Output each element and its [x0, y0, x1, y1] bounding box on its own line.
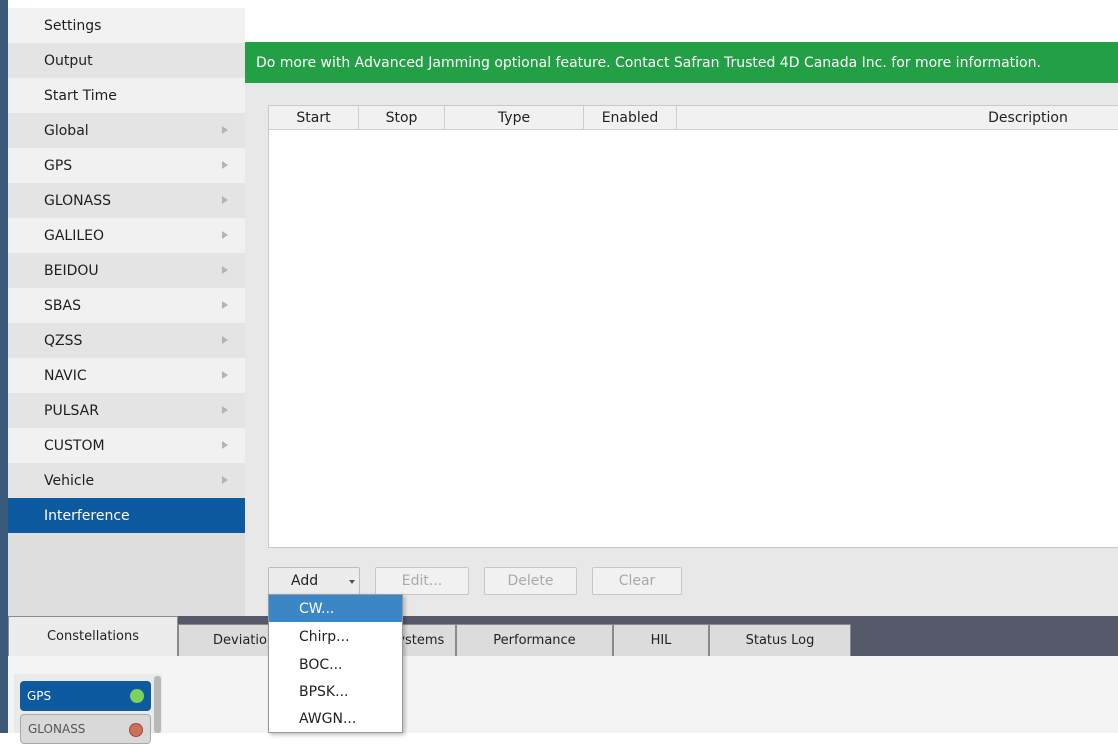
delete-button[interactable]: Delete [484, 567, 577, 595]
expand-arrow-icon [222, 371, 228, 379]
menu-item-cw[interactable]: CW... [269, 595, 402, 622]
tab-hil[interactable]: HIL [613, 624, 709, 656]
advanced-jamming-banner: Do more with Advanced Jamming optional f… [245, 42, 1118, 83]
sidebar-item-vehicle[interactable]: Vehicle [8, 463, 245, 498]
clear-button[interactable]: Clear [592, 567, 682, 595]
content-header-area [245, 8, 1118, 42]
constellations-pane [8, 656, 1118, 733]
expand-arrow-icon [222, 231, 228, 239]
sidebar-header-settings: Settings [8, 8, 245, 43]
sidebar-item-galileo[interactable]: GALILEO [8, 218, 245, 253]
expand-arrow-icon [222, 301, 228, 309]
expand-arrow-icon [222, 336, 228, 344]
sidebar-item-pulsar[interactable]: PULSAR [8, 393, 245, 428]
tab-performance[interactable]: Performance [456, 624, 613, 656]
sidebar-item-beidou[interactable]: BEIDOU [8, 253, 245, 288]
edit-button[interactable]: Edit... [375, 567, 469, 595]
status-red-icon [129, 723, 143, 737]
settings-sidebar: Settings Output Start Time Global GPS GL… [8, 8, 245, 616]
menu-item-chirp[interactable]: Chirp... [269, 623, 402, 650]
menu-item-awgn[interactable]: AWGN... [269, 705, 402, 732]
column-header-stop[interactable]: Stop [359, 106, 445, 130]
expand-arrow-icon [222, 196, 228, 204]
interference-table[interactable]: Start Stop Type Enabled Description [268, 105, 1118, 548]
add-button[interactable]: Add [268, 567, 360, 595]
constellation-item-glonass[interactable]: GLONASS [20, 714, 151, 744]
expand-arrow-icon [222, 266, 228, 274]
sidebar-item-interference[interactable]: Interference [8, 498, 245, 533]
sidebar-item-glonass[interactable]: GLONASS [8, 183, 245, 218]
table-header: Start Stop Type Enabled Description [269, 106, 1118, 130]
column-header-start[interactable]: Start [269, 106, 359, 130]
tab-constellations[interactable]: Constellations [8, 616, 178, 656]
expand-arrow-icon [222, 161, 228, 169]
sidebar-item-navic[interactable]: NAVIC [8, 358, 245, 393]
sidebar-item-qzss[interactable]: QZSS [8, 323, 245, 358]
menu-item-bpsk[interactable]: BPSK... [269, 678, 402, 705]
expand-arrow-icon [222, 476, 228, 484]
expand-arrow-icon [222, 441, 228, 449]
column-header-type[interactable]: Type [445, 106, 584, 130]
menu-item-boc[interactable]: BOC... [269, 651, 402, 678]
sidebar-item-sbas[interactable]: SBAS [8, 288, 245, 323]
add-dropdown-menu: CW... Chirp... BOC... BPSK... AWGN... [268, 594, 403, 733]
sidebar-item-custom[interactable]: CUSTOM [8, 428, 245, 463]
expand-arrow-icon [222, 406, 228, 414]
status-green-icon [130, 689, 144, 703]
constellation-item-gps[interactable]: GPS [20, 681, 151, 711]
sidebar-item-output[interactable]: Output [8, 43, 245, 78]
column-header-enabled[interactable]: Enabled [584, 106, 677, 130]
sidebar-item-global[interactable]: Global [8, 113, 245, 148]
tab-status-log[interactable]: Status Log [709, 624, 851, 656]
sidebar-item-start-time[interactable]: Start Time [8, 78, 245, 113]
chevron-down-icon [349, 580, 355, 584]
expand-arrow-icon [222, 126, 228, 134]
column-header-description[interactable]: Description [677, 106, 1118, 130]
constellation-list-scrollbar[interactable] [154, 676, 161, 733]
sidebar-item-gps[interactable]: GPS [8, 148, 245, 183]
